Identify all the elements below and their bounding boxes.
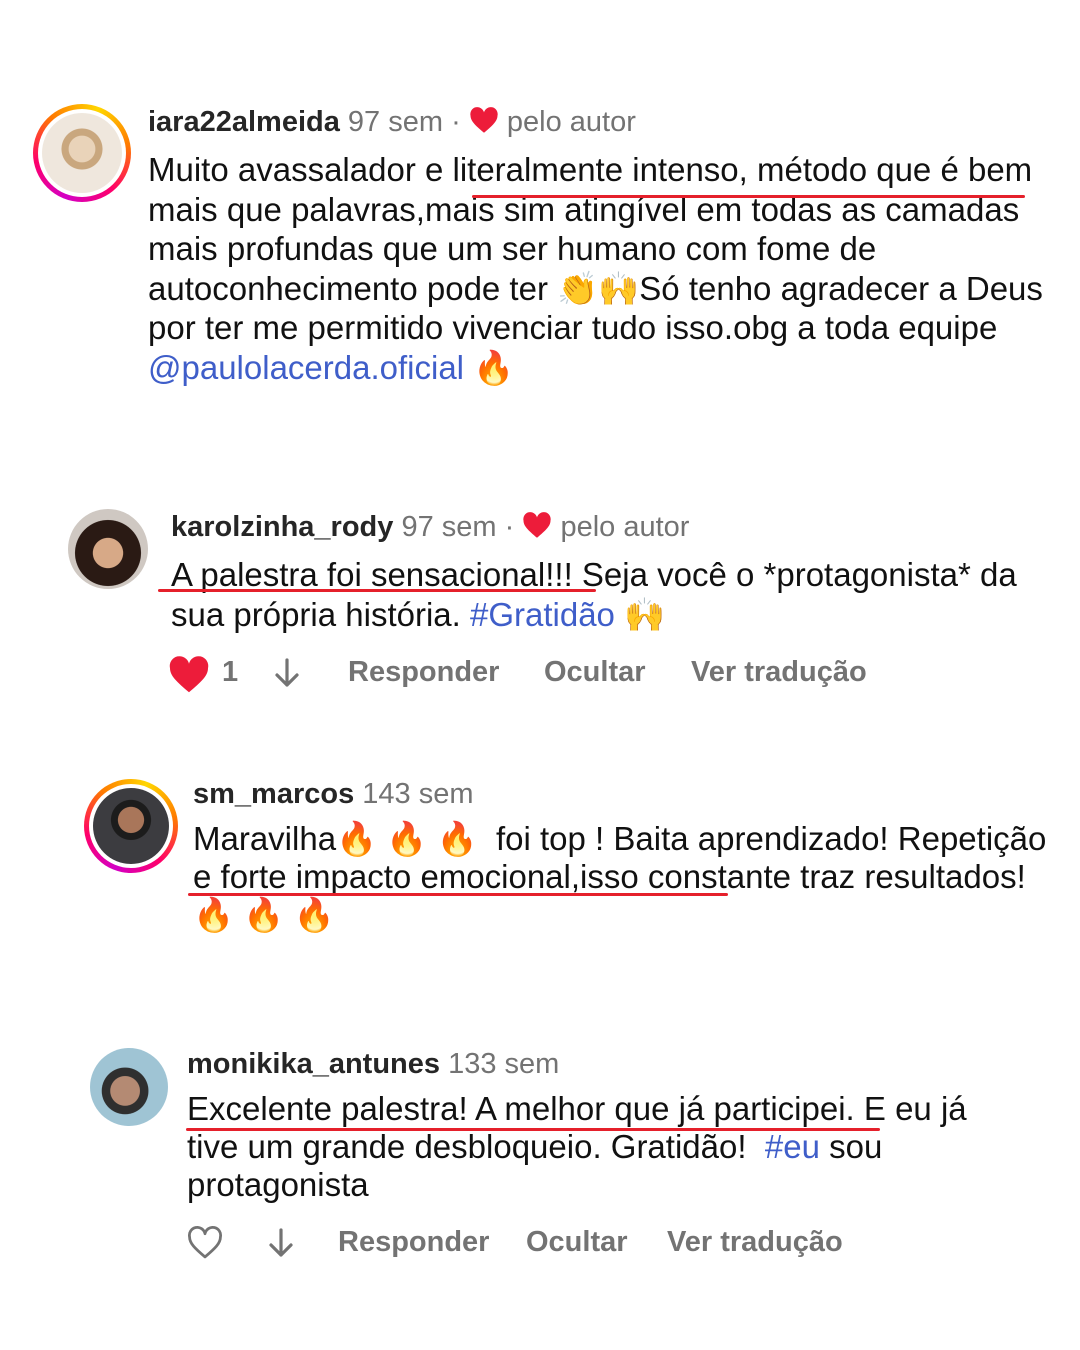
comment-text: Maravilha🔥 🔥 🔥 foi top ! Baita aprendiza… — [193, 820, 1053, 934]
hide-button[interactable]: Ocultar — [544, 654, 646, 690]
translate-button[interactable]: Ver tradução — [691, 654, 867, 690]
arrow-down-icon[interactable] — [274, 657, 300, 689]
comment-emoji: 🔥 — [464, 348, 515, 386]
username[interactable]: karolzinha_rody — [171, 511, 393, 543]
mention-link[interactable]: @paulolacerda.oficial — [148, 349, 464, 386]
hashtag-link[interactable]: #eu — [765, 1128, 820, 1165]
highlight-underline — [186, 1128, 880, 1131]
like-count: 1 — [222, 656, 239, 688]
comment-actions: 1 Responder Ocultar Ver tradução — [168, 654, 928, 694]
hashtag-link[interactable]: #Gratidão — [470, 596, 615, 633]
comment-text: Excelente palestra! A melhor que já part… — [187, 1090, 1017, 1204]
comment-text: A palestra foi sensacional!!! Seja você … — [171, 555, 1051, 634]
arrow-down-icon[interactable] — [268, 1227, 294, 1259]
liked-by-author: pelo autor — [506, 106, 636, 138]
comment-actions: Responder Ocultar Ver tradução — [186, 1224, 886, 1264]
separator: · — [504, 511, 515, 543]
comment-time: 143 sem — [362, 778, 474, 810]
reply-button[interactable]: Responder — [338, 1224, 489, 1260]
highlight-underline — [472, 195, 1025, 198]
comment-emoji: 🙌 — [614, 595, 666, 633]
username[interactable]: iara22almeida — [148, 106, 340, 138]
comment-time: 97 sem — [347, 106, 444, 138]
avatar[interactable] — [42, 113, 122, 193]
avatar[interactable] — [90, 1048, 168, 1126]
reply-button[interactable]: Responder — [348, 654, 499, 690]
liked-by-author: pelo autor — [560, 511, 690, 543]
heart-icon[interactable] — [168, 656, 210, 694]
comment-body: Maravilha🔥 🔥 🔥 foi top ! Baita aprendiza… — [193, 820, 1056, 933]
comment-text: Muito avassalador e literalmente intenso… — [148, 150, 1048, 387]
username[interactable]: sm_marcos — [193, 778, 354, 810]
avatar[interactable] — [68, 509, 148, 589]
avatar[interactable] — [93, 788, 169, 864]
username[interactable]: monikika_antunes — [187, 1048, 440, 1080]
comment-time: 97 sem — [401, 511, 497, 543]
hide-button[interactable]: Ocultar — [526, 1224, 628, 1260]
comment-time: 133 sem — [448, 1048, 560, 1080]
comment-body: Muito avassalador e literalmente intenso… — [148, 151, 1053, 346]
highlight-underline — [158, 589, 596, 592]
translate-button[interactable]: Ver tradução — [667, 1224, 843, 1260]
heart-icon — [470, 107, 498, 133]
separator: · — [451, 106, 461, 138]
heart-outline-icon[interactable] — [186, 1226, 224, 1260]
highlight-underline — [188, 893, 728, 896]
heart-icon — [523, 512, 552, 538]
